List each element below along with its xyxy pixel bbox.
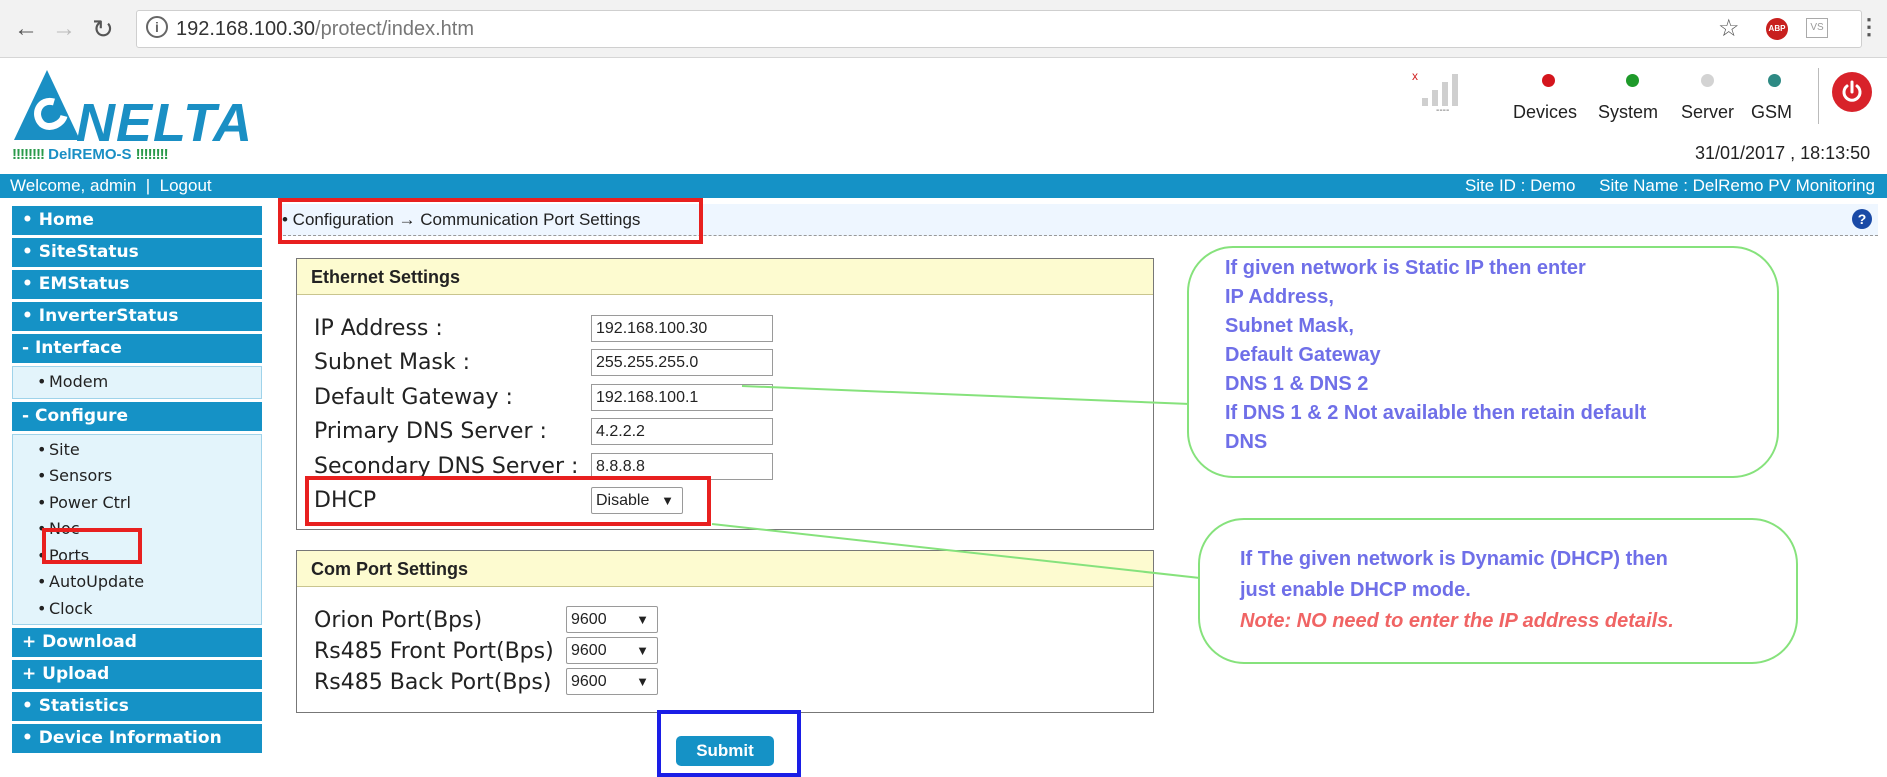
callout1-connector (741, 385, 1191, 405)
static-ip-callout-text: If given network is Static IP then enter… (1225, 257, 1647, 453)
dhcp-callout-text: If The given network is Dynamic (DHCP) t… (1240, 548, 1674, 632)
callout2-connector (711, 523, 1201, 579)
